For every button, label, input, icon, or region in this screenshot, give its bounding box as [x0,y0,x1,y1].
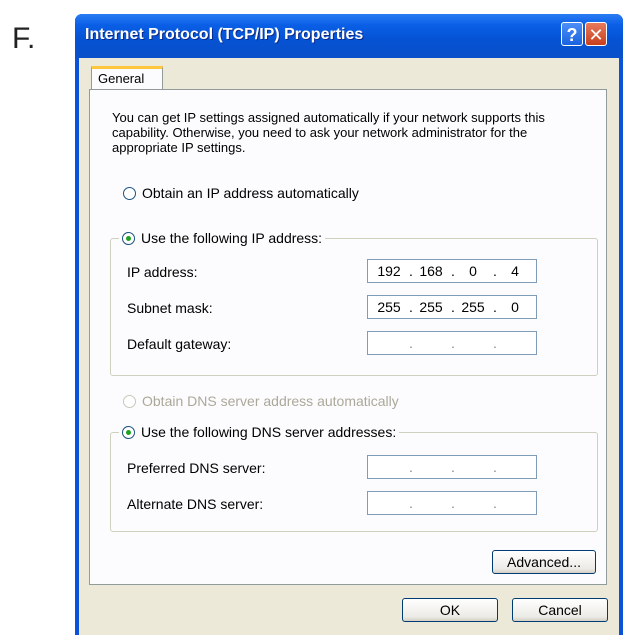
ip-address-group: Use the following IP address: IP address… [110,229,598,376]
obtain-dns-auto-option[interactable]: Obtain DNS server address automatically [123,392,399,410]
ok-button[interactable]: OK [402,598,498,622]
help-button[interactable]: ? [561,22,583,46]
description-text: You can get IP settings assigned automat… [112,110,545,155]
subnet-dot: . [493,299,497,315]
preferred-dns-label: Preferred DNS server: [127,460,266,476]
title-bar[interactable]: Internet Protocol (TCP/IP) Properties ? … [75,14,623,58]
gateway-dot: . [409,335,413,351]
default-gateway-label: Default gateway: [127,336,232,352]
alternate-dns-label: Alternate DNS server: [127,496,264,512]
tab-label: General [98,71,145,86]
dns-dot: . [493,459,497,475]
dialog-client-area: General You can get IP settings assigned… [79,58,619,635]
ip-octet-4: 4 [511,263,519,279]
ip-address-input[interactable]: 192 . 168 . 0 . 4 [367,259,537,283]
ip-dot: . [409,263,413,279]
obtain-ip-auto-radio[interactable] [123,187,136,200]
ip-octet-1: 192 [377,263,401,279]
close-icon: ✕ [588,25,604,45]
alternate-dns-input[interactable]: . . . [367,491,537,515]
ip-dot: . [493,263,497,279]
gateway-dot: . [451,335,455,351]
tab-general[interactable]: General [91,66,163,90]
ip-address-label: IP address: [127,264,198,280]
dns-dot: . [409,459,413,475]
use-following-dns-radio[interactable] [122,426,135,439]
subnet-octet-3: 255 [461,299,485,315]
ip-octet-3: 0 [469,263,477,279]
use-following-ip-option[interactable]: Use the following IP address: [119,229,326,247]
help-icon: ? [566,25,578,45]
subnet-dot: . [451,299,455,315]
subnet-octet-2: 255 [419,299,443,315]
general-panel: You can get IP settings assigned automat… [89,89,607,585]
use-following-dns-option[interactable]: Use the following DNS server addresses: [119,423,400,441]
preferred-dns-input[interactable]: . . . [367,455,537,479]
subnet-octet-1: 255 [377,299,401,315]
subnet-octet-4: 0 [511,299,519,315]
ip-octet-2: 168 [419,263,443,279]
obtain-dns-auto-label: Obtain DNS server address automatically [142,393,399,409]
use-following-dns-label: Use the following DNS server addresses: [141,424,397,440]
close-button[interactable]: ✕ [585,22,607,46]
subnet-mask-input[interactable]: 255 . 255 . 255 . 0 [367,295,537,319]
dns-dot: . [409,495,413,511]
dns-server-group: Use the following DNS server addresses: … [110,423,598,532]
dns-dot: . [451,459,455,475]
cancel-button[interactable]: Cancel [512,598,608,622]
dns-dot: . [451,495,455,511]
dns-dot: . [493,495,497,511]
figure-label: F. [12,22,36,55]
use-following-ip-radio[interactable] [122,232,135,245]
advanced-button[interactable]: Advanced... [492,550,596,574]
window-title: Internet Protocol (TCP/IP) Properties [85,26,364,43]
subnet-dot: . [409,299,413,315]
gateway-dot: . [493,335,497,351]
use-following-ip-label: Use the following IP address: [141,230,323,246]
subnet-mask-label: Subnet mask: [127,300,213,316]
properties-dialog: Internet Protocol (TCP/IP) Properties ? … [75,14,623,635]
obtain-ip-auto-label: Obtain an IP address automatically [142,185,359,201]
obtain-ip-auto-option[interactable]: Obtain an IP address automatically [123,184,359,202]
ip-dot: . [451,263,455,279]
obtain-dns-auto-radio[interactable] [123,395,136,408]
default-gateway-input[interactable]: . . . [367,331,537,355]
